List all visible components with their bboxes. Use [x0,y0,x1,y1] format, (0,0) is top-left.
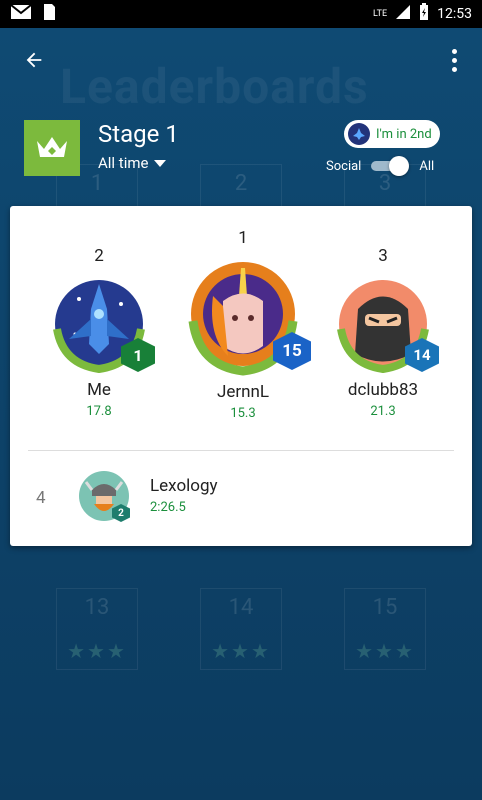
spaceship-avatar-icon [348,123,370,145]
player-name: JernnL [216,382,270,402]
podium-rank: 3 [378,246,388,266]
my-rank-label: I'm in 2nd [376,126,432,142]
time-filter-label: All time [98,154,149,172]
podium-first[interactable]: 1 15 JernnL 15.3 [178,228,311,421]
list-item[interactable]: 4 2 Lexology 2:26.5 [10,464,472,534]
social-all-toggle: Social All [326,156,435,176]
bg-cell: 14 ★★★ [200,588,282,670]
toggle-label-social: Social [326,158,362,174]
social-all-switch[interactable] [371,156,410,176]
clock: 12:53 [437,6,472,22]
player-name: Lexology [150,476,218,496]
player-score: 21.3 [370,404,396,419]
time-filter-dropdown[interactable]: All time [98,154,167,172]
bg-cell: 13 ★★★ [56,588,138,670]
avatar: 1 [49,274,155,374]
status-bar: LTE 12:53 [0,0,482,28]
divider [28,450,454,451]
leaderboard-card: 2 1 Me 17.8 1 15 JernnL 15.3 3 14 dclubb… [10,206,472,546]
crown-icon [24,120,80,176]
dropdown-arrow-icon [154,154,167,172]
avatar: 15 [183,256,311,376]
player-score: 15.3 [230,406,256,421]
gmail-icon [10,4,32,24]
player-name: Me [87,380,111,400]
sd-card-icon [42,3,56,25]
podium-second[interactable]: 2 1 Me 17.8 [44,246,155,419]
top-bar [0,28,482,92]
my-rank-chip[interactable]: I'm in 2nd [344,120,440,148]
podium-rank: 2 [94,246,104,266]
player-score: 17.8 [86,404,112,419]
player-name: dclubb83 [347,380,419,400]
podium-third[interactable]: 3 14 dclubb83 21.3 [328,246,439,419]
bg-cell: 15 ★★★ [344,588,426,670]
stage-header: Stage 1 All time I'm in 2nd Social All [24,120,464,184]
stage-title: Stage 1 [98,120,179,148]
network-label: LTE [373,9,388,19]
list-rank: 4 [36,488,46,508]
player-score: 2:26.5 [150,500,186,515]
back-arrow-icon[interactable] [16,42,52,78]
podium-rank: 1 [238,228,248,248]
battery-icon [419,3,429,25]
more-options-icon[interactable] [442,42,466,78]
signal-icon [395,4,411,24]
avatar: 2 [78,470,130,522]
toggle-label-all: All [419,158,435,174]
avatar: 14 [333,274,439,374]
